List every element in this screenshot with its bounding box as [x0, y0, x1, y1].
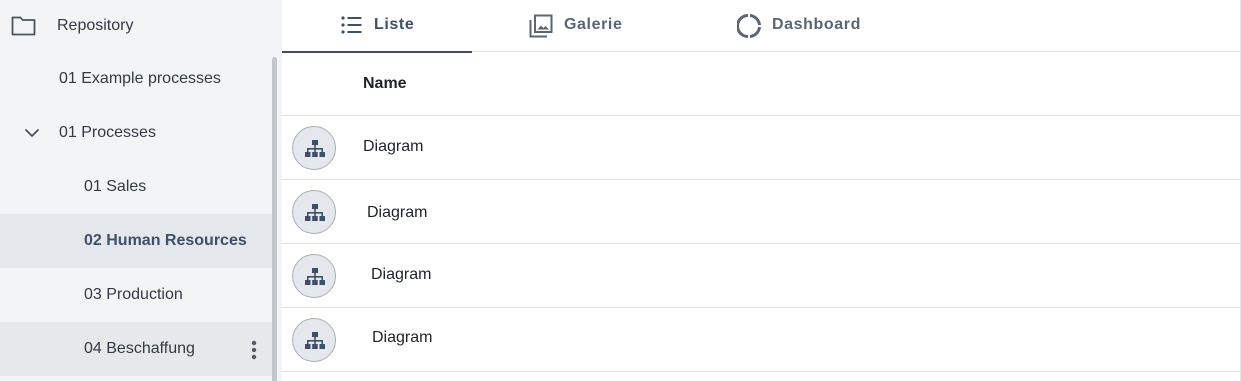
sidebar-item-label: 01 Processes: [59, 124, 156, 141]
list-icon: [341, 16, 362, 34]
diagram-name[interactable]: Diagram: [372, 329, 432, 347]
sidebar-item-beschaffung[interactable]: 04 Beschaffung: [0, 322, 276, 376]
org-chart-icon: [305, 332, 325, 349]
org-chart-icon: [305, 140, 325, 157]
view-tabs: Liste Galerie Dashboard: [282, 0, 1241, 53]
tab-label: Galerie: [564, 16, 623, 33]
chevron-down-icon[interactable]: [24, 125, 40, 141]
sidebar-item-label: 02 Human Resources: [84, 232, 247, 249]
tab-dashboard[interactable]: Dashboard: [722, 0, 922, 52]
diagram-avatar: [292, 254, 336, 298]
diagram-avatar: [292, 126, 336, 170]
tab-galerie[interactable]: Galerie: [512, 0, 692, 52]
table-row[interactable]: Diagram: [282, 244, 1241, 308]
more-options-icon[interactable]: [248, 339, 260, 361]
sidebar-item-processes[interactable]: 01 Processes: [0, 106, 276, 160]
gallery-icon: [529, 14, 553, 38]
diagram-avatar: [292, 318, 336, 362]
sidebar-item-human-resources[interactable]: 02 Human Resources: [0, 214, 276, 268]
repository-label: Repository: [57, 17, 134, 34]
sidebar-scrollbar[interactable]: [272, 57, 277, 381]
column-header-name[interactable]: Name: [363, 75, 407, 93]
table-header: Name: [282, 52, 1241, 116]
table-row[interactable]: Diagram: [282, 308, 1241, 372]
sidebar-item-label: 01 Example processes: [59, 70, 221, 87]
sidebar-item-example-processes[interactable]: 01 Example processes: [0, 52, 276, 106]
table-row[interactable]: Diagram: [282, 116, 1241, 180]
tab-liste[interactable]: Liste: [282, 0, 472, 53]
sidebar-item-sales[interactable]: 01 Sales: [0, 160, 276, 214]
diagram-name[interactable]: Diagram: [363, 138, 423, 156]
donut-icon: [737, 14, 761, 38]
sidebar-item-label: 01 Sales: [84, 178, 147, 195]
table-row[interactable]: Diagram: [282, 180, 1241, 244]
folder-icon: [11, 16, 36, 36]
sidebar: Repository 01 Example processes 01 Proce…: [0, 0, 282, 381]
sidebar-item-label: 03 Production: [84, 286, 183, 303]
tab-label: Liste: [374, 16, 415, 33]
org-chart-icon: [305, 204, 325, 221]
org-chart-icon: [305, 268, 325, 285]
sidebar-item-label: 04 Beschaffung: [84, 340, 195, 357]
diagram-name[interactable]: Diagram: [371, 266, 431, 284]
diagram-avatar: [292, 190, 336, 234]
tab-label: Dashboard: [772, 16, 861, 33]
main-panel: Liste Galerie Dashboard Name Diagram Dia…: [282, 0, 1241, 381]
repository-root[interactable]: Repository: [0, 0, 282, 52]
diagram-name[interactable]: Diagram: [367, 204, 427, 222]
sidebar-item-production[interactable]: 03 Production: [0, 268, 276, 322]
